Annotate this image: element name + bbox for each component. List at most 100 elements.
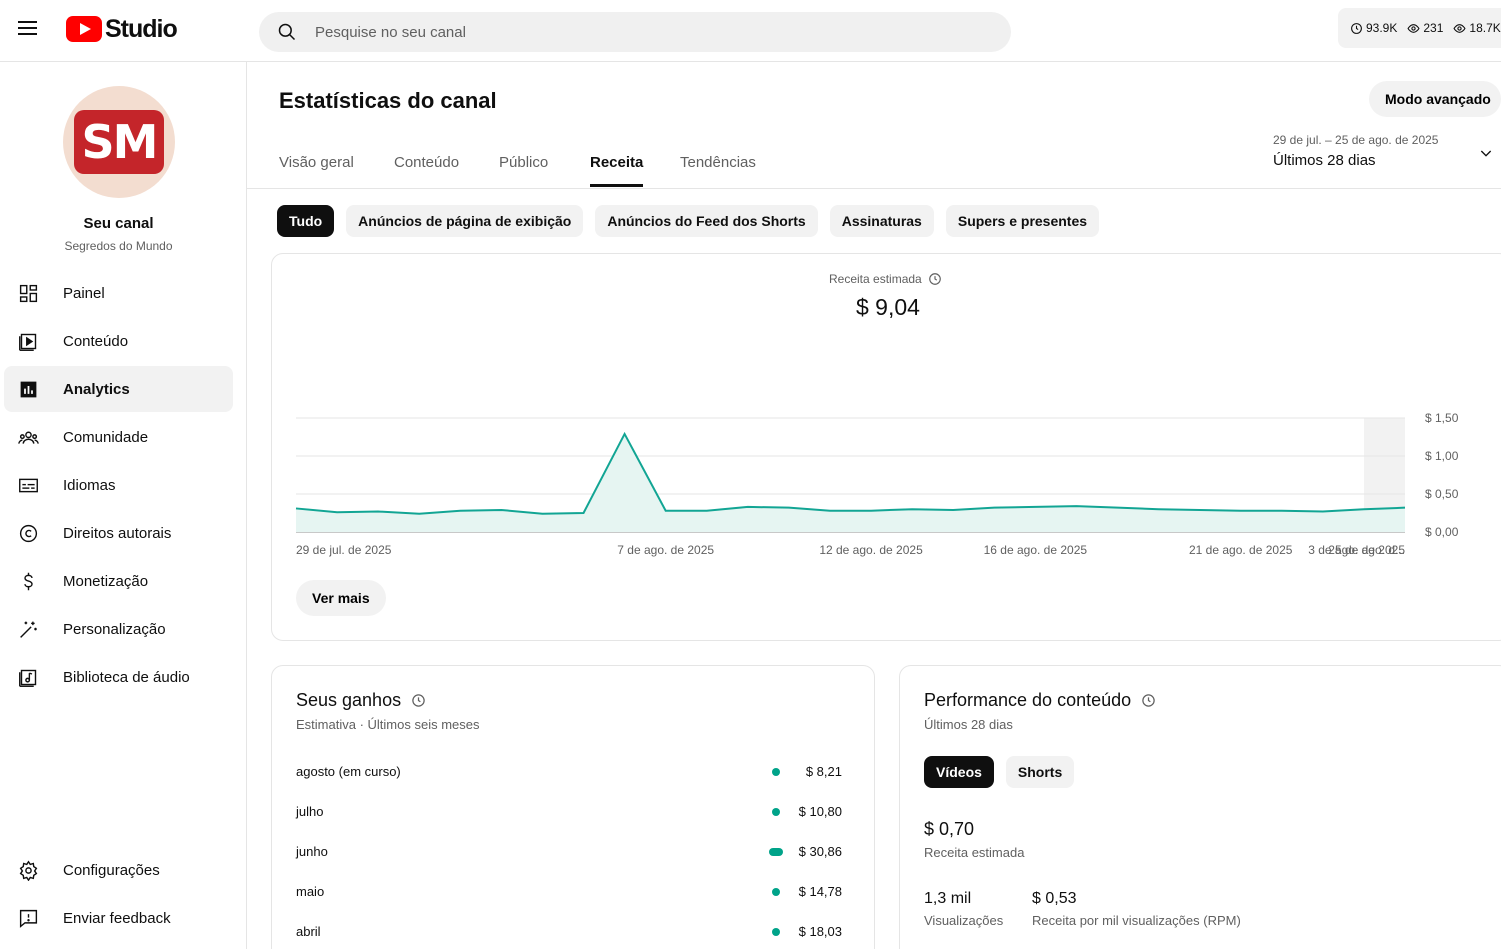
tab-publico[interactable]: Público [499,154,548,184]
sidebar-item-direitos-autorais[interactable]: Direitos autorais [4,510,233,556]
earnings-amount: $ 18,03 [798,924,842,939]
chip-assinaturas[interactable]: Assinaturas [829,205,934,237]
earnings-bar [772,928,780,936]
date-range-selector[interactable]: 29 de jul. – 25 de ago. de 2025 Últimos … [1273,133,1501,169]
tab-tendencias[interactable]: Tendências [680,154,756,184]
revenue-area [296,433,1405,532]
eye-icon [1407,23,1420,33]
youtube-play-icon [66,16,102,42]
advanced-mode-button[interactable]: Modo avançado [1369,81,1501,117]
views-value: 1,3 mil [924,890,972,907]
sidebar-item-biblioteca-de-audio[interactable]: Biblioteca de áudio [4,654,233,700]
clock-icon [1351,22,1362,34]
segment-shorts[interactable]: Shorts [1005,756,1075,788]
sidebar-item-monetizacao[interactable]: Monetização [4,558,233,604]
content-performance-card: Performance do conteúdo Últimos 28 dias … [899,665,1501,949]
sidebar-item-configuracoes[interactable]: Configurações [4,847,233,893]
revenue-source-chips: Tudo Anúncios de página de exibição Anún… [277,205,1100,237]
rpm-label: Receita por mil visualizações (RPM) [1032,913,1241,928]
earnings-month: maio [296,884,325,899]
revenue-line [295,431,1406,515]
sidebar-item-personalizacao[interactable]: Personalização [4,606,233,652]
subtitles-icon [17,474,39,496]
channel-avatar[interactable]: SM [63,86,175,198]
eye-icon [1453,23,1466,33]
content-type-toggle: Vídeos Shorts [924,756,1075,788]
search-icon[interactable] [277,22,297,42]
feedback-icon [17,907,39,929]
earnings-bar [772,888,780,896]
segment-videos[interactable]: Vídeos [924,756,994,788]
clock-icon[interactable] [928,272,942,286]
studio-logo[interactable]: Studio [66,14,178,44]
y-tick-label: $ 1,50 [1425,411,1459,425]
earnings-subtitle: Estimativa · Últimos seis meses [296,717,480,732]
dollar-icon [17,570,39,592]
chevron-down-icon [1480,150,1492,157]
community-icon [17,426,39,448]
revenue-chart-card: Receita estimada $ 9,04 $ 0,00 $ 0,50 $ 1,… [271,253,1501,641]
chip-anuncios-pagina-exibicao[interactable]: Anúncios de página de exibição [346,205,584,237]
clock-icon[interactable] [1141,693,1156,708]
metric-label: Receita estimada [829,272,942,286]
earnings-row[interactable]: junho $ 30,86 [296,842,844,862]
x-tick-label: 25 de ago. d... [1328,543,1405,557]
earnings-row[interactable]: maio $ 14,78 [296,882,844,902]
channel-handle: Segredos do Mundo [64,239,173,253]
estimated-revenue-value: $ 0,70 [924,819,975,839]
analytics-icon [17,378,39,400]
search-bar [259,12,1011,52]
sidebar-item-analytics[interactable]: Analytics [4,366,233,412]
magic-wand-icon [17,618,39,640]
sidebar-item-enviar-feedback[interactable]: Enviar feedback [4,895,233,941]
stat-views-2: 18.7K [1453,21,1501,35]
earnings-amount: $ 8,21 [805,764,842,779]
y-tick-label: $ 0,50 [1425,487,1459,501]
top-header: Studio 93.9K 231 18.7K [0,0,1501,62]
clock-icon[interactable] [411,693,426,708]
earnings-card: Seus ganhos Estimativa · Últimos seis me… [271,665,875,949]
earnings-amount: $ 10,80 [798,804,842,819]
stat-views-1: 231 [1407,21,1443,35]
gear-icon [17,859,39,881]
rpm-value: $ 0,53 [1032,890,1077,907]
copyright-icon [17,522,39,544]
tab-visao-geral[interactable]: Visão geral [279,154,354,184]
sidebar-item-painel[interactable]: Painel [4,270,233,316]
chip-anuncios-feed-shorts[interactable]: Anúncios do Feed dos Shorts [595,205,818,237]
earnings-title: Seus ganhos [296,690,426,711]
x-tick-label: 12 de ago. de 2025 [819,543,923,557]
search-input[interactable] [315,12,995,52]
estimated-revenue-label: Receita estimada [924,845,1025,860]
earnings-row[interactable]: abril $ 18,03 [296,922,844,942]
chip-tudo[interactable]: Tudo [277,205,335,237]
y-tick-label: $ 0,00 [1425,525,1459,539]
earnings-row[interactable]: julho $ 10,80 [296,802,844,822]
tab-conteudo[interactable]: Conteúdo [394,154,459,184]
realtime-stats-pill[interactable]: 93.9K 231 18.7K [1338,8,1501,48]
views-label: Visualizações [924,913,1004,928]
date-range-dates: 29 de jul. – 25 de ago. de 2025 [1273,133,1439,147]
x-tick-label: 21 de ago. de 2025 [1189,543,1293,557]
sidebar-item-idiomas[interactable]: Idiomas [4,462,233,508]
tab-receita[interactable]: Receita [590,154,644,187]
performance-title: Performance do conteúdo [924,690,1156,711]
sidebar-item-conteudo[interactable]: Conteúdo [4,318,233,364]
revenue-line-chart[interactable]: $ 0,00 $ 0,50 $ 1,00 $ 1,50 29 de jul. de 20… [272,404,1501,564]
page-title: Estatísticas do canal [279,88,497,113]
performance-subtitle: Últimos 28 dias [924,717,1013,732]
chip-supers-presentes[interactable]: Supers e presentes [945,205,1100,237]
sidebar-item-comunidade[interactable]: Comunidade [4,414,233,460]
y-tick-label: $ 1,00 [1425,449,1459,463]
x-tick-label: 16 de ago. de 2025 [984,543,1088,557]
stat-watch-time: 93.9K [1350,21,1397,35]
earnings-bar [769,848,783,856]
earnings-row[interactable]: agosto (em curso) $ 8,21 [296,762,844,782]
see-more-button[interactable]: Ver mais [296,580,386,616]
channel-name: Seu canal [83,215,154,232]
earnings-bar [772,768,780,776]
dashboard-icon [17,282,39,304]
earnings-amount: $ 14,78 [798,884,842,899]
hamburger-menu-icon[interactable] [16,17,42,43]
date-range-label: Últimos 28 dias [1273,152,1376,169]
